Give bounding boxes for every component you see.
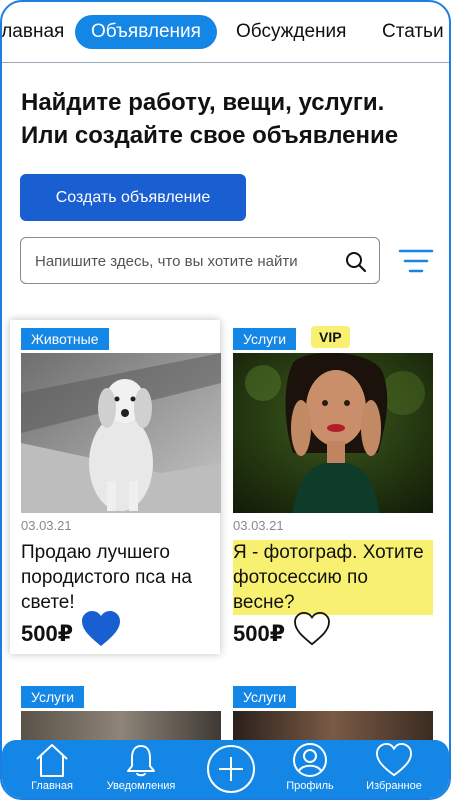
heart-icon (375, 742, 413, 777)
listing-photo-dog[interactable] (21, 353, 221, 513)
category-tag: Услуги (233, 686, 297, 708)
category-tag: Животные (21, 328, 109, 350)
nav-home[interactable]: Главная (7, 742, 97, 792)
category-tag: Услуги (233, 328, 297, 350)
listing-card-dog[interactable]: Животные 03.03.21 Продаю лучшего породис… (10, 320, 221, 654)
category-tag: Услуги (21, 686, 85, 708)
listing-price: 500₽ (233, 621, 286, 646)
tab-discussions[interactable]: Обсуждения (220, 15, 362, 49)
nav-favorites[interactable]: Избранное (349, 742, 439, 792)
nav-home-label: Главная (31, 780, 73, 792)
create-listing-button[interactable]: Создать объявление (20, 174, 246, 221)
search-input[interactable] (33, 238, 337, 285)
tab-main[interactable]: Главная (2, 15, 80, 49)
listing-price: 500₽ (21, 621, 74, 646)
nav-profile-label: Профиль (286, 780, 334, 792)
plus-icon (207, 745, 255, 793)
tab-articles[interactable]: Статьи (366, 15, 449, 49)
listing-photo-photographer[interactable] (233, 353, 433, 513)
nav-profile[interactable]: Профиль (265, 742, 355, 792)
profile-icon (293, 743, 327, 777)
home-icon (36, 744, 68, 777)
listing-date: 03.03.21 (21, 518, 72, 533)
filter-icon[interactable] (398, 248, 434, 274)
nav-notifications-label: Уведомления (106, 780, 176, 792)
tab-bar: Главная Объявления Обсуждения Статьи (2, 2, 449, 63)
nav-notifications[interactable]: Уведомления (96, 742, 186, 792)
app-frame: Главная Объявления Обсуждения Статьи Най… (0, 0, 451, 800)
search-box (20, 237, 380, 285)
favorite-heart-icon[interactable] (293, 612, 331, 646)
search-icon[interactable] (345, 251, 367, 273)
nav-add[interactable] (186, 743, 276, 795)
bell-icon (127, 745, 155, 777)
headline-line-1: Найдите работу, вещи, услуги. (21, 89, 385, 116)
listing-title[interactable]: Я - фотограф. Хотите фотосессию по весне… (233, 540, 433, 615)
page-headline: Найдите работу, вещи, услуги. Или создай… (21, 86, 441, 152)
nav-favorites-label: Избранное (366, 780, 422, 792)
listing-card[interactable]: Услуги (21, 684, 231, 751)
favorite-heart-icon[interactable] (80, 610, 122, 648)
listing-date: 03.03.21 (233, 518, 284, 533)
listing-card[interactable]: Услуги (233, 684, 443, 751)
vip-badge: VIP (311, 326, 350, 348)
listing-card-photographer[interactable]: Услуги VIP 03.03.21 Я - фотограф. Хотите… (233, 320, 443, 654)
listing-title[interactable]: Продаю лучшего породистого пса на свете! (21, 540, 216, 615)
bottom-navigation: Главная Уведомления Профиль Избранное (2, 740, 449, 798)
tab-listings[interactable]: Объявления (75, 15, 217, 49)
headline-line-2: Или создайте свое объявление (21, 122, 399, 149)
